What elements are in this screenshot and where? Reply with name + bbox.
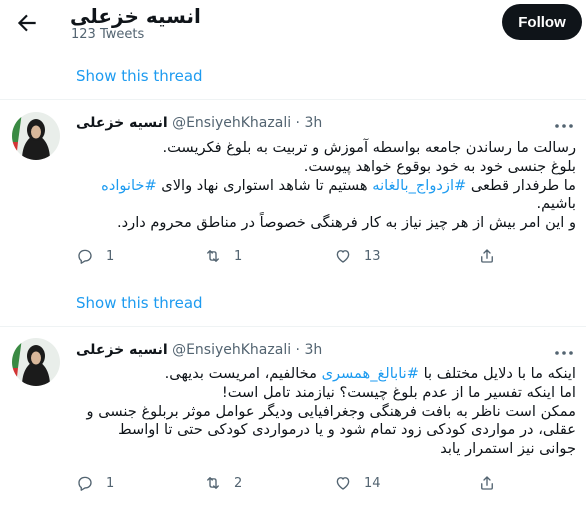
like-button[interactable]: 14 — [334, 474, 381, 492]
avatar[interactable] — [12, 338, 60, 386]
heart-icon — [336, 250, 350, 263]
hashtag-link[interactable]: #ازدواج_بالغانه — [372, 177, 466, 194]
avatar-image — [12, 338, 60, 386]
tweet-line: جوانی نیز استمرار یابد — [440, 440, 576, 458]
hashtag-link[interactable]: #نابالغ_همسری — [322, 365, 419, 382]
tweet-line: رسالت ما رساندن جامعه بواسطه آموزش و ترب… — [162, 139, 576, 156]
separator-dot: · — [295, 342, 300, 358]
like-count: 14 — [364, 475, 381, 491]
show-thread-link[interactable]: Show this thread — [76, 67, 203, 85]
share-icon — [481, 476, 493, 490]
divider — [0, 326, 586, 327]
tweet-actions: 1 1 13 — [76, 247, 516, 269]
more-dots-icon — [555, 351, 573, 355]
retweet-icon — [207, 477, 219, 489]
share-icon — [481, 249, 493, 263]
retweet-count: 1 — [234, 248, 243, 264]
tweet-header: انسیه خزعلی @EnsiyehKhazali · 3h — [76, 342, 322, 358]
reply-button[interactable]: 1 — [76, 474, 114, 492]
retweet-count: 2 — [234, 475, 243, 491]
author-handle[interactable]: @EnsiyehKhazali — [172, 115, 291, 131]
reply-bubble-icon — [78, 249, 92, 264]
share-button[interactable] — [478, 247, 496, 265]
author-name[interactable]: انسیه خزعلی — [76, 342, 168, 358]
more-button[interactable] — [552, 118, 576, 134]
hashtag-link[interactable]: #خانواده — [101, 177, 157, 194]
retweet-icon — [207, 250, 219, 262]
tweet-actions: 1 2 14 — [76, 474, 516, 496]
author-handle[interactable]: @EnsiyehKhazali — [172, 342, 291, 358]
separator-dot: · — [295, 115, 300, 131]
tweet-line: باشیم. — [536, 195, 577, 213]
tweet-line: ممکن است ناظر به بافت فرهنگی وجغرافیایی … — [86, 402, 576, 420]
reply-button[interactable]: 1 — [76, 247, 114, 265]
tweet-text: رسالت ما رساندن جامعه بواسطه آموزش و ترب… — [76, 139, 576, 233]
tweet-line: ما طرفدار قطعی #ازدواج_بالغانه هستیم تا … — [101, 176, 576, 194]
profile-header: انسیه خزعلی 123 Tweets Follow — [0, 0, 586, 50]
like-button[interactable]: 13 — [334, 247, 381, 265]
profile-name: انسیه خزعلی — [70, 4, 201, 28]
tweet-line: عقلی، در مواردی کودکی زود تمام شود و یا … — [118, 421, 576, 439]
retweet-button[interactable]: 1 — [204, 247, 242, 265]
more-dots-icon — [555, 124, 573, 128]
tweet-count: 123 Tweets — [71, 27, 145, 42]
like-count: 13 — [364, 248, 381, 264]
author-name[interactable]: انسیه خزعلی — [76, 115, 168, 131]
reply-count: 1 — [106, 248, 115, 264]
arrow-left-icon — [17, 14, 36, 32]
reply-bubble-icon — [78, 476, 92, 491]
tweet-text: اینکه ما با دلایل مختلف با #نابالغ_همسری… — [76, 365, 576, 459]
retweet-button[interactable]: 2 — [204, 474, 242, 492]
avatar-image — [12, 112, 60, 160]
tweet-line: بلوغ جنسی خود به خود بوقوع خواهد پیوست. — [303, 157, 576, 175]
back-button[interactable] — [14, 10, 40, 36]
tweet-line: اینکه ما با دلایل مختلف با #نابالغ_همسری… — [164, 365, 576, 382]
tweet-time[interactable]: 3h — [304, 342, 322, 358]
tweet-line: و این امر بیش از هر چیز نیاز به کار فرهن… — [117, 214, 576, 232]
tweet-header: انسیه خزعلی @EnsiyehKhazali · 3h — [76, 115, 322, 131]
tweet-line: اما اینکه تفسیر ما از عدم بلوغ چیست؟ نیا… — [221, 383, 576, 401]
divider — [0, 99, 586, 100]
show-thread-link[interactable]: Show this thread — [76, 294, 203, 312]
reply-count: 1 — [106, 475, 115, 491]
more-button[interactable] — [552, 345, 576, 361]
tweet-time[interactable]: 3h — [304, 115, 322, 131]
follow-button[interactable]: Follow — [502, 4, 582, 40]
avatar[interactable] — [12, 112, 60, 160]
share-button[interactable] — [478, 474, 496, 492]
heart-icon — [336, 477, 350, 490]
